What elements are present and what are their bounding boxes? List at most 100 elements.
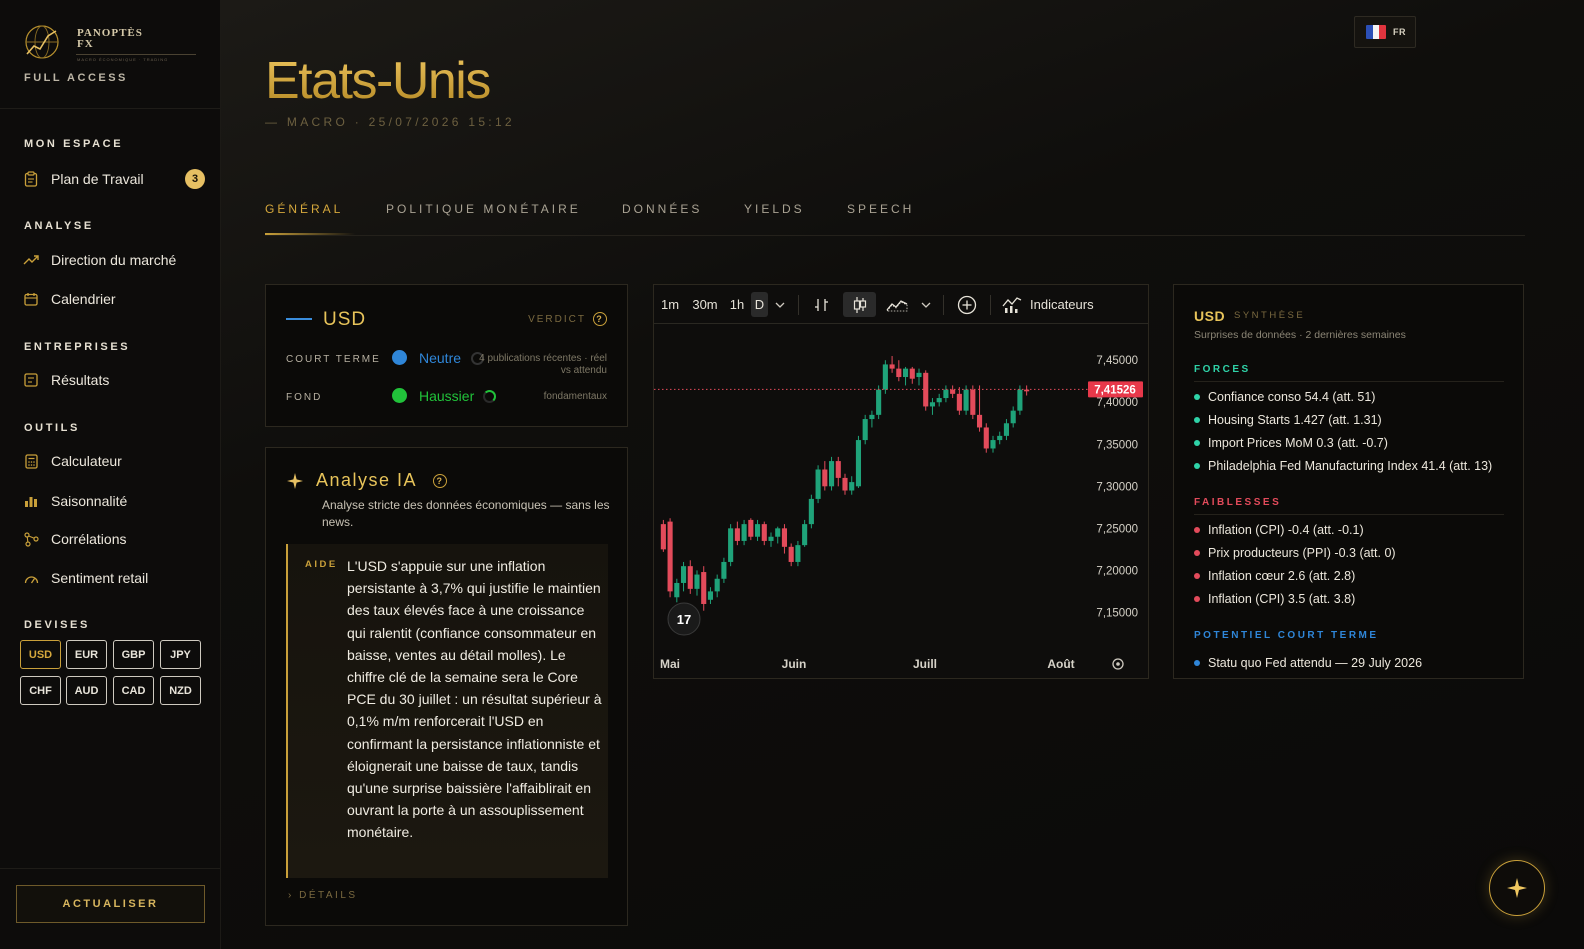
bullet: [1194, 394, 1200, 400]
fundamental-value: Haussier: [419, 388, 475, 404]
ai-title-text: Analyse IA: [316, 470, 418, 490]
candle-up: [936, 398, 942, 403]
sidebar-item-label: Corrélations: [51, 531, 127, 547]
language-selector[interactable]: FR: [1354, 16, 1416, 48]
force-item: Philadelphia Fed Manufacturing Index 41.…: [1194, 459, 1492, 473]
weaknesses-title: FAIBLESSES: [1194, 497, 1504, 515]
refresh-button[interactable]: ACTUALISER: [16, 885, 205, 923]
candle-up: [754, 524, 761, 537]
brand[interactable]: PANOPTÈS FX MACRO ÉCONOMIQUE · TRADING: [22, 22, 197, 112]
x-tick-label: Juin: [782, 657, 807, 671]
candle-up: [876, 389, 882, 415]
candle-up: [768, 536, 774, 541]
bullet: [1194, 417, 1200, 423]
candle-up: [728, 528, 734, 562]
currency-gbp-button[interactable]: GBP: [113, 640, 154, 669]
sidebar-item-direction-du-marche[interactable]: Direction du marché: [22, 247, 212, 273]
sidebar-item-sentiment-retail[interactable]: Sentiment retail: [22, 565, 212, 591]
potential-text: Statu quo Fed attendu — 29 July 2026: [1208, 656, 1423, 670]
currency-aud-button[interactable]: AUD: [66, 676, 107, 705]
y-tick-label: 7,15000: [1096, 607, 1138, 619]
sparkle-icon: [287, 473, 303, 489]
area-chart-icon[interactable]: [883, 292, 911, 317]
currency-usd-button[interactable]: USD: [20, 640, 61, 669]
gauge-icon: [22, 569, 40, 587]
interval-30m-button[interactable]: 30m: [688, 292, 722, 317]
divider: [798, 295, 799, 315]
ai-subtitle: Analyse stricte des données économiques …: [322, 498, 610, 529]
verdict-header: VERDICT?: [528, 312, 607, 326]
y-tick-label: 7,40000: [1096, 397, 1138, 409]
potential-title: POTENTIEL COURT TERME: [1194, 630, 1379, 641]
bullet: [1194, 596, 1200, 602]
tab-politique-monetaire[interactable]: POLITIQUE MONÉTAIRE: [386, 202, 581, 216]
currency-jpy-button[interactable]: JPY: [160, 640, 201, 669]
tradingview-logo-icon: 17: [677, 612, 691, 627]
bullet: [1194, 440, 1200, 446]
ai-title: Analyse IA?: [316, 470, 448, 491]
force-text: Housing Starts 1.427 (att. 1.31): [1208, 413, 1382, 427]
bullish-status-dot: [392, 388, 407, 403]
fundamental-note: fondamentaux: [543, 391, 607, 402]
language-label: FR: [1393, 27, 1406, 37]
sidebar-item-saisonnalite[interactable]: Saisonnalité: [22, 488, 212, 514]
notification-badge: 3: [185, 169, 205, 189]
synthese-tag: SYNTHÈSE: [1234, 310, 1306, 321]
candle-up: [808, 498, 814, 525]
currency-cad-button[interactable]: CAD: [113, 676, 154, 705]
settings-gear-icon: [1116, 662, 1120, 666]
candle-down: [761, 524, 767, 541]
neutral-status-dot: [392, 350, 407, 365]
divider: [0, 108, 220, 109]
tab-general[interactable]: GÉNÉRAL: [265, 202, 343, 216]
tab-donnees[interactable]: DONNÉES: [622, 202, 702, 216]
aide-label: AIDE: [305, 559, 338, 570]
tab-yields[interactable]: YIELDS: [744, 202, 805, 216]
weakness-text: Inflation cœur 2.6 (att. 2.8): [1208, 569, 1356, 583]
sidebar-item-correlations[interactable]: Corrélations: [22, 526, 212, 552]
candle-down: [956, 393, 962, 411]
bar-chart-type-icon[interactable]: [809, 292, 835, 317]
candle-up: [674, 582, 680, 598]
chevron-down-icon[interactable]: [772, 292, 788, 317]
interval-d-button[interactable]: D: [751, 292, 768, 317]
currency-nzd-button[interactable]: NZD: [160, 676, 201, 705]
interval-1m-button[interactable]: 1m: [657, 292, 683, 317]
help-icon[interactable]: ?: [593, 312, 607, 326]
currency-chf-button[interactable]: CHF: [20, 676, 61, 705]
candle-up: [849, 482, 855, 491]
synthese-subtitle: Surprises de données · 2 dernières semai…: [1194, 329, 1406, 341]
network-icon: [22, 530, 40, 548]
ai-assistant-sparkle-button[interactable]: [1489, 860, 1545, 916]
candle-up: [916, 372, 922, 378]
access-level: FULL ACCESS: [24, 72, 128, 84]
divider: [0, 868, 220, 869]
interval-1h-button[interactable]: 1h: [725, 292, 749, 317]
candle-down: [983, 427, 989, 449]
candle-up: [882, 364, 888, 390]
candle-up: [997, 435, 1003, 441]
candlestick-chart-type-icon[interactable]: [843, 292, 876, 317]
currency-eur-button[interactable]: EUR: [66, 640, 107, 669]
verdict-panel: USD VERDICT? COURT TERME Neutre 4 public…: [265, 284, 628, 427]
candle-up: [775, 528, 781, 537]
candle-up: [929, 402, 936, 407]
short-term-label: COURT TERME: [286, 354, 381, 365]
chevron-down-icon[interactable]: [918, 292, 934, 317]
results-icon: [22, 371, 40, 389]
add-compare-icon[interactable]: [955, 292, 979, 317]
details-toggle[interactable]: › DÉTAILS: [288, 890, 358, 901]
indicators-button[interactable]: Indicateurs: [1002, 292, 1102, 317]
candlestick-chart[interactable]: 7,45000 7,40000 7,35000 7,30000 7,25000 7,200…: [654, 325, 1148, 678]
candle-down: [660, 524, 666, 550]
sidebar-item-resultats[interactable]: Résultats: [22, 367, 212, 393]
sidebar-item-calendrier[interactable]: Calendrier: [22, 286, 212, 312]
force-text: Import Prices MoM 0.3 (att. -0.7): [1208, 436, 1388, 450]
candle-down: [835, 461, 841, 478]
forces-title: FORCES: [1194, 364, 1504, 382]
indicators-icon: [1002, 296, 1022, 313]
tab-speech[interactable]: SPEECH: [847, 202, 914, 216]
sidebar-item-calculateur[interactable]: Calculateur: [22, 448, 212, 474]
sidebar-item-plan-de-travail[interactable]: Plan de Travail: [22, 166, 212, 192]
help-icon[interactable]: ?: [433, 473, 448, 488]
